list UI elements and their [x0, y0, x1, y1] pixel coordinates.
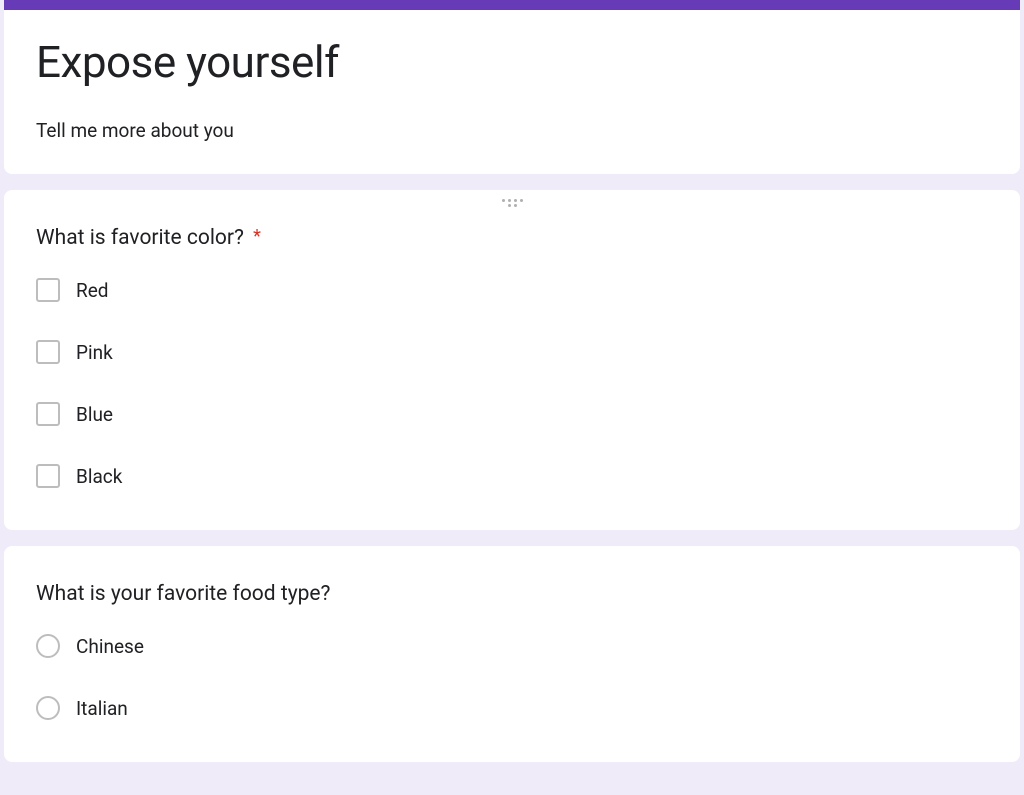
radio-italian[interactable]	[36, 696, 60, 720]
option-row: Pink	[36, 340, 988, 364]
checkbox-red[interactable]	[36, 278, 60, 302]
form-container: Expose yourself Tell me more about you W…	[0, 0, 1024, 762]
option-label: Blue	[76, 403, 113, 426]
checkbox-pink[interactable]	[36, 340, 60, 364]
checkbox-blue[interactable]	[36, 402, 60, 426]
option-row: Red	[36, 278, 988, 302]
question-card-food: What is your favorite food type? Chinese…	[4, 546, 1020, 762]
question-card-color: What is favorite color? * Red Pink Blue …	[4, 190, 1020, 530]
form-description: Tell me more about you	[36, 119, 988, 142]
question-title-text: What is your favorite food type?	[36, 582, 330, 606]
option-label: Italian	[76, 697, 128, 720]
checkbox-black[interactable]	[36, 464, 60, 488]
form-header-card: Expose yourself Tell me more about you	[4, 0, 1020, 174]
radio-chinese[interactable]	[36, 634, 60, 658]
required-asterisk-icon: *	[253, 226, 261, 247]
option-row: Chinese	[36, 634, 988, 658]
option-label: Pink	[76, 341, 113, 364]
option-label: Chinese	[76, 635, 144, 658]
option-label: Red	[76, 279, 109, 302]
option-row: Blue	[36, 402, 988, 426]
option-row: Italian	[36, 696, 988, 720]
drag-handle-icon[interactable]	[500, 198, 524, 208]
question-title: What is favorite color? *	[36, 226, 988, 250]
form-title: Expose yourself	[36, 34, 988, 91]
option-row: Black	[36, 464, 988, 488]
question-title-text: What is favorite color?	[36, 226, 244, 250]
question-title: What is your favorite food type?	[36, 582, 988, 606]
option-label: Black	[76, 465, 122, 488]
